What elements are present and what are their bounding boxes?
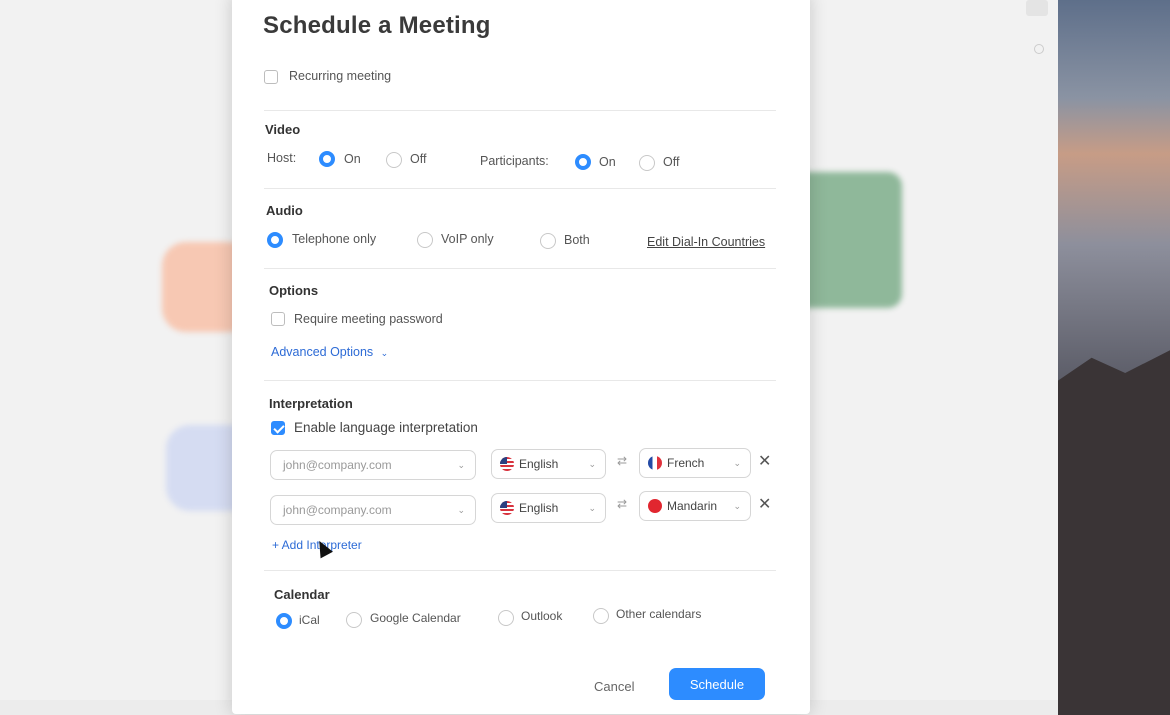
require-password-label: Require meeting password bbox=[294, 312, 443, 326]
calendar-other-radio[interactable] bbox=[593, 608, 609, 624]
host-video-off-radio[interactable] bbox=[386, 152, 402, 168]
window-icon bbox=[1026, 0, 1048, 16]
host-video-on-radio[interactable] bbox=[319, 151, 335, 167]
require-password-checkbox[interactable] bbox=[271, 312, 285, 326]
to-language-select[interactable]: Mandarin ⌄ bbox=[639, 491, 751, 521]
desktop-wallpaper bbox=[1058, 0, 1170, 715]
audio-voip-label: VoIP only bbox=[441, 232, 494, 246]
chevron-down-icon: ⌄ bbox=[457, 505, 465, 515]
swap-arrows-icon: ⇄ bbox=[617, 497, 628, 511]
interpreter-email-field[interactable]: john@company.com ⌄ bbox=[270, 495, 476, 525]
participants-on-label: On bbox=[599, 155, 616, 169]
calendar-other-label: Other calendars bbox=[616, 607, 702, 621]
chevron-down-icon: ⌄ bbox=[733, 501, 741, 511]
remove-interpreter-close-icon[interactable]: ✕ bbox=[758, 494, 771, 514]
us-flag-icon bbox=[500, 501, 514, 515]
interpreter-email-field[interactable]: john@company.com ⌄ bbox=[270, 450, 476, 480]
interpretation-heading: Interpretation bbox=[269, 396, 353, 411]
calendar-ical-radio[interactable] bbox=[276, 613, 292, 629]
divider bbox=[264, 570, 776, 571]
france-flag-icon bbox=[648, 456, 662, 470]
calendar-heading: Calendar bbox=[274, 587, 330, 602]
advanced-options-label: Advanced Options bbox=[271, 345, 374, 359]
to-language-value: French bbox=[667, 456, 705, 470]
edit-dial-in-countries-link[interactable]: Edit Dial-In Countries bbox=[647, 235, 765, 249]
from-language-select[interactable]: English ⌄ bbox=[491, 493, 606, 523]
divider bbox=[264, 268, 776, 269]
participants-off-label: Off bbox=[663, 155, 680, 169]
audio-telephone-label: Telephone only bbox=[292, 232, 377, 246]
participants-video-off-radio[interactable] bbox=[639, 155, 655, 171]
us-flag-icon bbox=[500, 457, 514, 471]
swap-arrows-icon: ⇄ bbox=[617, 454, 628, 468]
from-language-value: English bbox=[519, 501, 559, 515]
settings-icon bbox=[1034, 44, 1044, 54]
participants-video-on-radio[interactable] bbox=[575, 154, 591, 170]
calendar-outlook-label: Outlook bbox=[521, 609, 563, 623]
enable-interpretation-checkbox[interactable] bbox=[271, 421, 285, 435]
options-heading: Options bbox=[269, 283, 319, 298]
audio-both-radio[interactable] bbox=[540, 233, 556, 249]
divider bbox=[264, 380, 776, 381]
to-language-select[interactable]: French ⌄ bbox=[639, 448, 751, 478]
enable-interpretation-label: Enable language interpretation bbox=[294, 420, 478, 435]
schedule-button[interactable]: Schedule bbox=[669, 668, 765, 700]
recurring-meeting-checkbox[interactable] bbox=[264, 70, 278, 84]
schedule-meeting-dialog: Schedule a Meeting Recurring meeting Vid… bbox=[232, 0, 810, 714]
participants-label: Participants: bbox=[480, 154, 549, 168]
recurring-meeting-label: Recurring meeting bbox=[289, 69, 392, 83]
audio-telephone-radio[interactable] bbox=[267, 232, 283, 248]
remove-interpreter-close-icon[interactable]: ✕ bbox=[758, 451, 771, 471]
calendar-google-label: Google Calendar bbox=[370, 611, 461, 625]
calendar-google-radio[interactable] bbox=[346, 612, 362, 628]
audio-heading: Audio bbox=[266, 203, 303, 218]
from-language-value: English bbox=[519, 457, 559, 471]
chevron-down-icon: ⌄ bbox=[457, 460, 465, 470]
interpreter-email-placeholder: john@company.com bbox=[283, 458, 392, 472]
audio-both-label: Both bbox=[564, 233, 590, 247]
calendar-outlook-radio[interactable] bbox=[498, 610, 514, 626]
divider bbox=[264, 110, 776, 111]
to-language-value: Mandarin bbox=[667, 499, 718, 513]
dialog-title: Schedule a Meeting bbox=[263, 12, 491, 39]
divider bbox=[264, 188, 776, 189]
calendar-ical-label: iCal bbox=[299, 613, 320, 627]
from-language-select[interactable]: English ⌄ bbox=[491, 449, 606, 479]
advanced-options-link[interactable]: Advanced Options ⌄ bbox=[271, 345, 388, 359]
interpreter-email-placeholder: john@company.com bbox=[283, 503, 392, 517]
audio-voip-radio[interactable] bbox=[417, 232, 433, 248]
video-heading: Video bbox=[265, 122, 301, 137]
chevron-down-icon: ⌄ bbox=[588, 459, 596, 469]
cancel-button[interactable]: Cancel bbox=[588, 678, 640, 695]
chevron-down-icon: ⌄ bbox=[733, 458, 741, 468]
host-on-label: On bbox=[344, 152, 361, 166]
host-off-label: Off bbox=[410, 152, 427, 166]
host-label: Host: bbox=[267, 151, 297, 165]
china-flag-icon bbox=[648, 499, 662, 513]
chevron-down-icon: ⌄ bbox=[588, 503, 596, 513]
chevron-down-icon: ⌄ bbox=[380, 348, 389, 358]
